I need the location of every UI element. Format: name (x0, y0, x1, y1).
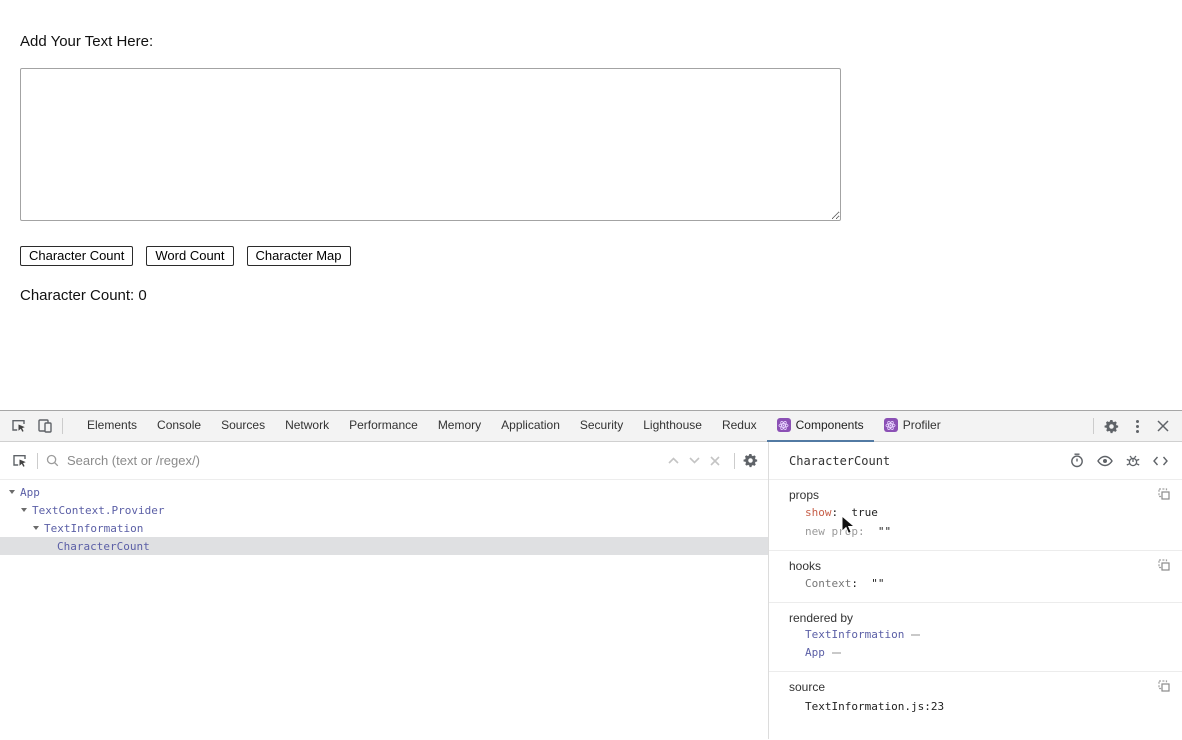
devtools-tabbar: Elements Console Sources Network Perform… (0, 411, 1182, 442)
copy-icon[interactable] (1158, 559, 1170, 571)
divider (62, 418, 63, 434)
owner-app[interactable]: App (789, 644, 1170, 662)
character-count-result: Character Count: 0 (20, 287, 147, 304)
tab-redux[interactable]: Redux (712, 411, 767, 442)
close-devtools-icon[interactable] (1150, 413, 1176, 439)
component-details-pane: CharacterCount props show: true new prop… (769, 442, 1182, 739)
tab-network[interactable]: Network (275, 411, 339, 442)
hooks-section-title: hooks (789, 559, 822, 573)
details-header-icons (1070, 453, 1168, 468)
settings-gear-icon[interactable] (1098, 413, 1124, 439)
clear-search-icon[interactable] (710, 455, 720, 466)
rendered-by-section: rendered by TextInformation App (769, 603, 1182, 672)
tab-sources[interactable]: Sources (211, 411, 275, 442)
inspect-element-icon[interactable] (6, 413, 32, 439)
hook-row-context[interactable]: Context: "" (789, 574, 1170, 593)
tab-lighthouse[interactable]: Lighthouse (633, 411, 712, 442)
debug-bug-icon[interactable] (1126, 454, 1140, 468)
character-map-button[interactable]: Character Map (246, 246, 351, 266)
details-header: CharacterCount (769, 442, 1182, 480)
device-toolbar-icon[interactable] (32, 413, 58, 439)
divider (734, 452, 735, 469)
suspend-stopwatch-icon[interactable] (1070, 453, 1084, 468)
divider (37, 452, 38, 469)
copy-icon[interactable] (1158, 680, 1170, 692)
previous-result-icon[interactable] (668, 457, 679, 464)
owner-dash-icon (911, 634, 921, 636)
tree-settings-gear-icon[interactable] (743, 453, 758, 468)
hook-value-context[interactable]: "" (871, 577, 884, 590)
react-icon (883, 418, 898, 432)
copy-icon[interactable] (1158, 488, 1170, 500)
chevron-down-icon[interactable] (21, 508, 27, 512)
more-options-kebab-icon[interactable] (1124, 413, 1150, 439)
tab-performance[interactable]: Performance (339, 411, 428, 442)
tab-elements[interactable]: Elements (77, 411, 147, 442)
owner-dash-icon (831, 652, 841, 654)
tree-row-textinformation[interactable]: TextInformation (0, 519, 768, 537)
props-section-title: props (789, 488, 820, 502)
next-result-icon[interactable] (689, 457, 700, 464)
tab-application[interactable]: Application (491, 411, 570, 442)
prop-row-new-prop[interactable]: new prop: "" (789, 522, 1170, 541)
page-heading: Add Your Text Here: (20, 33, 154, 50)
tab-console[interactable]: Console (147, 411, 211, 442)
tab-profiler[interactable]: Profiler (874, 411, 951, 442)
select-component-inspect-icon[interactable] (12, 453, 29, 469)
prop-value-new[interactable]: "" (878, 525, 891, 538)
word-count-button[interactable]: Word Count (146, 246, 234, 266)
components-tree-pane: App TextContext.Provider TextInformation… (0, 442, 769, 739)
tree-row-textcontext-provider[interactable]: TextContext.Provider (0, 501, 768, 519)
components-search-row (0, 442, 768, 480)
source-section-title: source (789, 680, 826, 694)
tab-security[interactable]: Security (570, 411, 633, 442)
devtools-panel: Elements Console Sources Network Perform… (0, 410, 1182, 740)
tab-components[interactable]: Components (766, 411, 874, 442)
props-section: props show: true new prop: "" (769, 480, 1182, 551)
react-icon (776, 418, 791, 432)
view-source-code-icon[interactable] (1153, 456, 1168, 466)
prop-value-show[interactable]: true (851, 506, 878, 519)
button-row: Character Count Word Count Character Map (20, 246, 351, 266)
prop-row-show[interactable]: show: true (789, 503, 1170, 522)
hooks-section: hooks Context: "" (769, 551, 1182, 603)
inspect-dom-eye-icon[interactable] (1097, 455, 1113, 467)
chevron-down-icon[interactable] (9, 490, 15, 494)
devtools-tabbar-controls (1089, 413, 1176, 439)
app-page: Add Your Text Here: Character Count Word… (0, 0, 1182, 410)
text-input-area[interactable] (20, 68, 841, 221)
character-count-button[interactable]: Character Count (20, 246, 134, 266)
owner-textinformation[interactable]: TextInformation (789, 626, 1170, 644)
search-icon (46, 454, 59, 467)
divider (1093, 418, 1094, 434)
devtools-body: App TextContext.Provider TextInformation… (0, 442, 1182, 739)
source-location: TextInformation.js:23 (805, 700, 945, 713)
search-nav-icons (668, 455, 720, 466)
selected-component-title: CharacterCount (789, 453, 891, 468)
tree-row-charactercount[interactable]: CharacterCount (0, 537, 768, 555)
component-tree: App TextContext.Provider TextInformation… (0, 480, 768, 739)
chevron-down-icon[interactable] (33, 526, 39, 530)
rendered-by-section-title: rendered by (789, 611, 854, 625)
component-search-input[interactable] (67, 453, 662, 468)
source-section: source TextInformation.js:23 (769, 672, 1182, 725)
tree-row-app[interactable]: App (0, 483, 768, 501)
tab-memory[interactable]: Memory (428, 411, 491, 442)
devtools-tabs: Elements Console Sources Network Perform… (77, 411, 1089, 442)
